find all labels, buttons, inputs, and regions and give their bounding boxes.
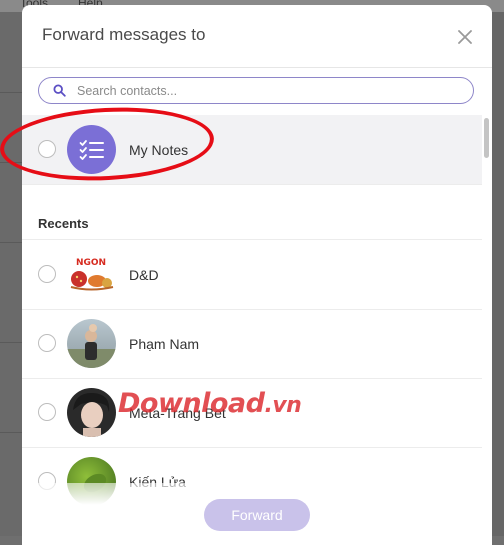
forward-button[interactable]: Forward: [204, 499, 310, 531]
contact-name: Phạm Nam: [129, 336, 200, 352]
list-scrollbar[interactable]: [482, 115, 492, 545]
dialog-header: Forward messages to: [22, 5, 492, 68]
contact-name: Meta-Trang Bet: [129, 405, 226, 421]
recents-heading: Recents: [38, 216, 89, 231]
scrollbar-thumb[interactable]: [484, 118, 489, 158]
contact-avatar: [67, 319, 116, 368]
person-photo-icon: [67, 324, 116, 368]
close-button[interactable]: [454, 26, 476, 48]
background-right-panel: [492, 12, 504, 536]
recents-section-header: Recents: [22, 185, 482, 240]
select-radio[interactable]: [38, 403, 56, 421]
forward-dialog: Forward messages to Search contacts... M…: [22, 5, 492, 545]
contact-name: D&D: [129, 267, 159, 283]
person-photo-icon: [73, 392, 110, 437]
dialog-title: Forward messages to: [42, 25, 206, 44]
close-icon: [458, 30, 472, 44]
search-input[interactable]: [75, 82, 459, 99]
search-box[interactable]: [38, 77, 474, 104]
food-logo-icon: NGON: [70, 258, 114, 291]
search-icon: [53, 84, 67, 98]
select-radio[interactable]: [38, 265, 56, 283]
background-left-panel: [0, 12, 22, 536]
svg-text:NGON: NGON: [76, 258, 106, 268]
list-item-contact[interactable]: Meta-Trang Bet: [22, 378, 482, 448]
list-item-contact[interactable]: Phạm Nam: [22, 309, 482, 379]
select-radio[interactable]: [38, 334, 56, 352]
contact-avatar: [67, 388, 116, 437]
contact-avatar: NGON: [67, 250, 116, 299]
list-item-contact[interactable]: NGON D&D: [22, 240, 482, 310]
